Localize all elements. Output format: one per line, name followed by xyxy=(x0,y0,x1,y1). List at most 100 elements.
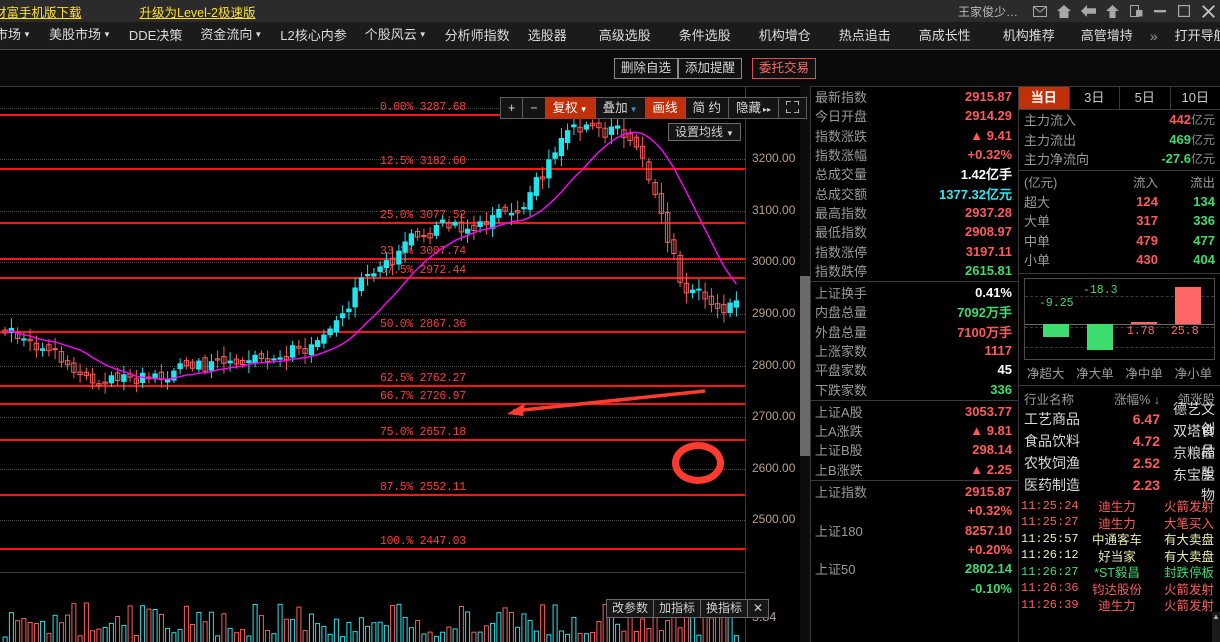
nav-item-l2-core[interactable]: L2核心内参 xyxy=(271,22,355,49)
news-row[interactable]: 11:26:12 好当家 有大卖盘 xyxy=(1019,547,1220,564)
add-indicator-button[interactable]: 加指标 xyxy=(653,599,701,618)
close-indicator-icon[interactable]: ✕ xyxy=(747,599,770,618)
user-account-label[interactable]: 王家俊少… xyxy=(958,3,1018,20)
market-alert-ticker[interactable]: 11:25:24 迪生力 火箭发射 11:25:27 迪生力 大笔买入 11:25:57 中通… xyxy=(1019,498,1220,614)
restore-window-icon[interactable] xyxy=(1124,0,1148,22)
mini-bar xyxy=(1087,324,1113,351)
quote-row: 总成交量 1.42亿手 xyxy=(811,164,1018,183)
price-axis-label: 3000.00 xyxy=(752,254,796,269)
quote-row: 指数涨幅 +0.32% xyxy=(811,145,1018,164)
nav-item-open-navigation[interactable]: 打开导航 xyxy=(1166,22,1220,49)
industry-pct: 4.72 xyxy=(1132,432,1160,449)
nav-label: 资金流向 xyxy=(200,27,253,42)
delete-watchlist-button[interactable]: 删除自选 xyxy=(614,58,679,79)
news-time: 11:25:24 xyxy=(1021,498,1079,513)
news-time: 11:26:12 xyxy=(1021,548,1079,563)
industry-name: 食品饮料 xyxy=(1024,432,1080,449)
set-ma-label: 设置均线 xyxy=(675,125,724,139)
quote-row: 上证指数 2915.87 xyxy=(811,482,1018,501)
flow-tab-3[interactable]: 10日 xyxy=(1171,87,1220,109)
kline-chart-area[interactable]: 3300.003200.003100.003000.002900.002800.… xyxy=(0,86,810,642)
nav-item-institution-add[interactable]: 机构增仓 xyxy=(750,22,820,49)
back-arrow-icon[interactable] xyxy=(1076,0,1100,22)
flow-row-outflow: 477 xyxy=(1193,232,1215,248)
quote-label: 上证A股 xyxy=(815,404,863,420)
news-scrollbar[interactable]: ▲ xyxy=(1212,612,1220,642)
nav-item-market[interactable]: 市场 ▼ xyxy=(0,21,40,50)
nav-item-hotspot[interactable]: 热点追击 xyxy=(830,22,900,49)
industry-name: 医药制造 xyxy=(1024,476,1080,493)
nav-more-chevron-icon[interactable]: » xyxy=(1142,28,1166,44)
change-params-button[interactable]: 改参数 xyxy=(606,599,654,618)
quote-label: 最高指数 xyxy=(815,205,868,221)
quote-row: 上B涨跌 ▲ 2.25 xyxy=(811,460,1018,479)
quote-value: 7100万手 xyxy=(957,324,1012,340)
quote-row: 上A涨跌 ▲ 9.81 xyxy=(811,421,1018,440)
nav-item-us-market[interactable]: 美股市场 ▼ xyxy=(40,21,120,50)
draw-line-button[interactable]: 画线 xyxy=(644,97,685,119)
flow-tab-0[interactable]: 当日 xyxy=(1019,87,1070,109)
upgrade-level2-link[interactable]: 升级为Level-2极速版 xyxy=(140,2,256,21)
nav-item-institution-rec[interactable]: 机构推荐 xyxy=(994,22,1064,49)
industry-row[interactable]: 医药制造 2.23 东宝生物 xyxy=(1019,467,1220,503)
fullscreen-icon[interactable] xyxy=(778,97,808,119)
home-icon[interactable] xyxy=(1052,0,1076,22)
news-row[interactable]: 11:25:24 迪生力 火箭发射 xyxy=(1019,498,1220,515)
add-alert-button[interactable]: 添加提醒 xyxy=(678,58,743,79)
maximize-icon[interactable] xyxy=(1172,0,1196,22)
nav-item-dde[interactable]: DDE决策 xyxy=(120,22,191,49)
news-event: 火箭发射 xyxy=(1163,599,1214,614)
quote-row: 指数涨跌 ▲ 9.41 xyxy=(811,126,1018,145)
news-time: 11:26:36 xyxy=(1021,581,1079,596)
chart-scrollbar[interactable] xyxy=(800,86,810,642)
adjust-price-dropdown[interactable]: 复权 ▼ xyxy=(544,97,595,119)
flow-row-inflow: 479 xyxy=(1136,232,1158,248)
nav-item-high-growth[interactable]: 高成长性 xyxy=(910,22,980,49)
simple-view-button[interactable]: 简 约 xyxy=(684,97,728,119)
place-order-button[interactable]: 委托交易 xyxy=(752,58,817,79)
news-stock[interactable]: 迪生力 xyxy=(1081,595,1153,614)
nav-label: 条件选股 xyxy=(678,28,731,43)
quote-value: 2914.29 xyxy=(965,108,1012,124)
news-row[interactable]: 11:25:57 中通客车 有大卖盘 xyxy=(1019,531,1220,548)
net-flow-legend: 净超大 净大单 净中单 净小单 xyxy=(1019,360,1220,382)
flow-tab-2[interactable]: 5日 xyxy=(1120,87,1171,109)
industry-header-pct[interactable]: 涨幅% ↓ xyxy=(1098,389,1160,408)
indicator-buttons: 改参数 加指标 换指标 ✕ xyxy=(606,599,770,618)
news-row[interactable]: 11:26:39 迪生力 火箭发射 xyxy=(1019,597,1220,614)
nav-item-conditional-pick[interactable]: 条件选股 xyxy=(670,22,740,49)
quote-row: 外盘总量 7100万手 xyxy=(811,322,1018,341)
mobile-download-link[interactable]: 财富手机版下载 xyxy=(0,2,82,21)
nav-item-exec-holding[interactable]: 高管增持 xyxy=(1072,22,1142,49)
minimize-icon[interactable] xyxy=(1148,0,1172,22)
nav-label: 高管增持 xyxy=(1080,28,1133,43)
news-row[interactable]: 11:26:27 *ST毅昌 封跌停板 xyxy=(1019,564,1220,581)
quote-label: 上涨家数 xyxy=(815,344,868,359)
quote-row: 上证换手 0.41% xyxy=(811,283,1018,302)
quote-label: 平盘家数 xyxy=(815,363,868,379)
switch-indicator-button[interactable]: 换指标 xyxy=(700,599,748,618)
nav-item-capital-flow[interactable]: 资金流向 ▼ xyxy=(191,21,271,50)
zoom-out-button[interactable]: − xyxy=(522,97,545,119)
news-row[interactable]: 11:25:27 迪生力 大笔买入 xyxy=(1019,514,1220,531)
nav-item-analyst-index[interactable]: 分析师指数 xyxy=(436,22,519,49)
quote-label: 上证换手 xyxy=(815,286,868,302)
up-arrow-icon[interactable] xyxy=(1100,0,1124,22)
news-time: 11:25:27 xyxy=(1021,515,1079,530)
nav-item-advanced-pick[interactable]: 高级选股 xyxy=(590,22,660,49)
chart-scrollbar-thumb[interactable] xyxy=(800,276,810,456)
overlay-dropdown[interactable]: 叠加 ▼ xyxy=(594,97,645,119)
flow-tab-1[interactable]: 3日 xyxy=(1070,87,1120,109)
set-moving-average-dropdown[interactable]: 设置均线 ▼ xyxy=(668,123,741,141)
quote-value: 298.14 xyxy=(972,442,1012,458)
scroll-up-icon[interactable]: ▲ xyxy=(1212,612,1220,621)
zoom-in-button[interactable]: + xyxy=(500,97,523,119)
nav-item-stock-picker[interactable]: 选股器 xyxy=(519,22,576,49)
mail-icon[interactable] xyxy=(1028,0,1052,22)
hide-panel-button[interactable]: 隐藏 ▸▸ xyxy=(728,97,779,119)
quote-label: 内盘总量 xyxy=(815,305,868,321)
close-icon[interactable] xyxy=(1196,0,1220,22)
nav-item-stock-winds[interactable]: 个股风云 ▼ xyxy=(356,21,436,50)
news-row[interactable]: 11:26:36 钧达股份 火箭发射 xyxy=(1019,580,1220,597)
industry-name: 农牧饲渔 xyxy=(1024,454,1080,471)
